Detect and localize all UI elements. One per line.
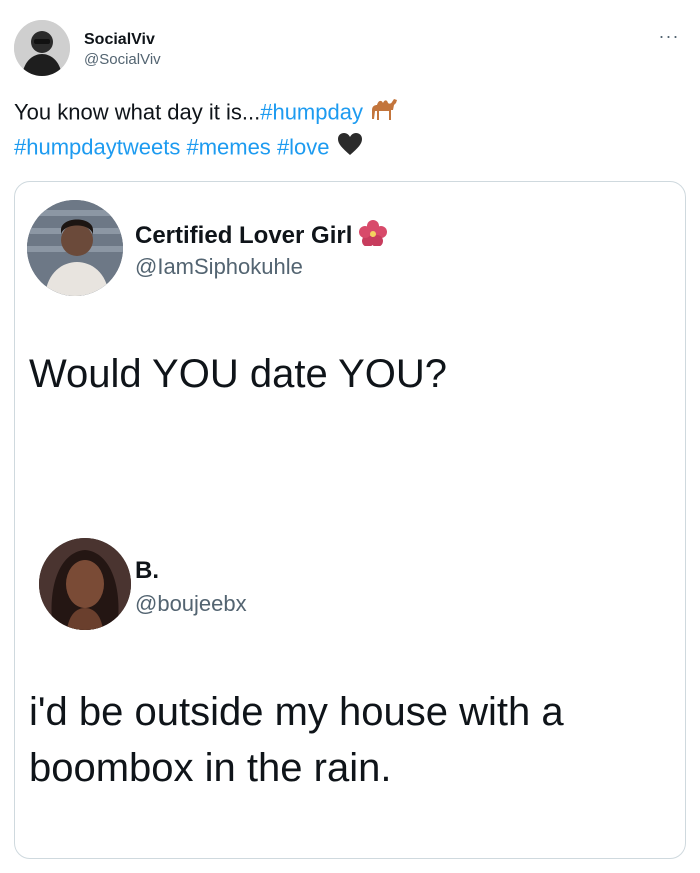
post1-handle: @IamSiphokuhle (135, 254, 303, 279)
black-heart-emoji-icon (336, 131, 364, 166)
author-name[interactable]: SocialViv (84, 30, 161, 50)
post1-author-name: Certified Lover Girl (135, 221, 353, 249)
avatar-image (14, 20, 70, 76)
camel-emoji-icon (369, 96, 399, 131)
post2-avatar (39, 538, 131, 630)
post2-body-line: boombox in the rain. (29, 746, 392, 790)
hashtag-link[interactable]: #humpdaytweets (14, 134, 180, 159)
post2-handle: @boujeebx (135, 591, 247, 616)
tweet-header: SocialViv @SocialViv ··· (14, 20, 686, 82)
post2-author-name: B. (135, 557, 159, 584)
hibiscus-emoji-icon (359, 220, 388, 253)
hashtag-link[interactable]: #love (277, 134, 330, 159)
tweet-text-prefix: You know what day it is... (14, 99, 261, 125)
post1-body: Would YOU date YOU? (29, 352, 448, 396)
post2-body: i'd be outside my house with a boombox i… (29, 684, 564, 796)
hashtag-link[interactable]: #humpday (260, 99, 363, 124)
author-info: SocialViv @SocialViv (84, 30, 161, 70)
post1-avatar (27, 200, 123, 296)
hashtag-link[interactable]: #memes (186, 134, 270, 159)
media-card[interactable]: Certified Lover Girl @IamSiphokuhle Woul… (14, 181, 686, 859)
author-handle[interactable]: @SocialViv (84, 50, 161, 70)
avatar[interactable] (14, 20, 70, 76)
more-options-button[interactable]: ··· (654, 27, 684, 50)
post1-author: Certified Lover Girl (135, 220, 388, 253)
tweet-text: You know what day it is...#humpday #hump… (14, 96, 674, 166)
post2-body-line: i'd be outside my house with a (29, 690, 564, 734)
